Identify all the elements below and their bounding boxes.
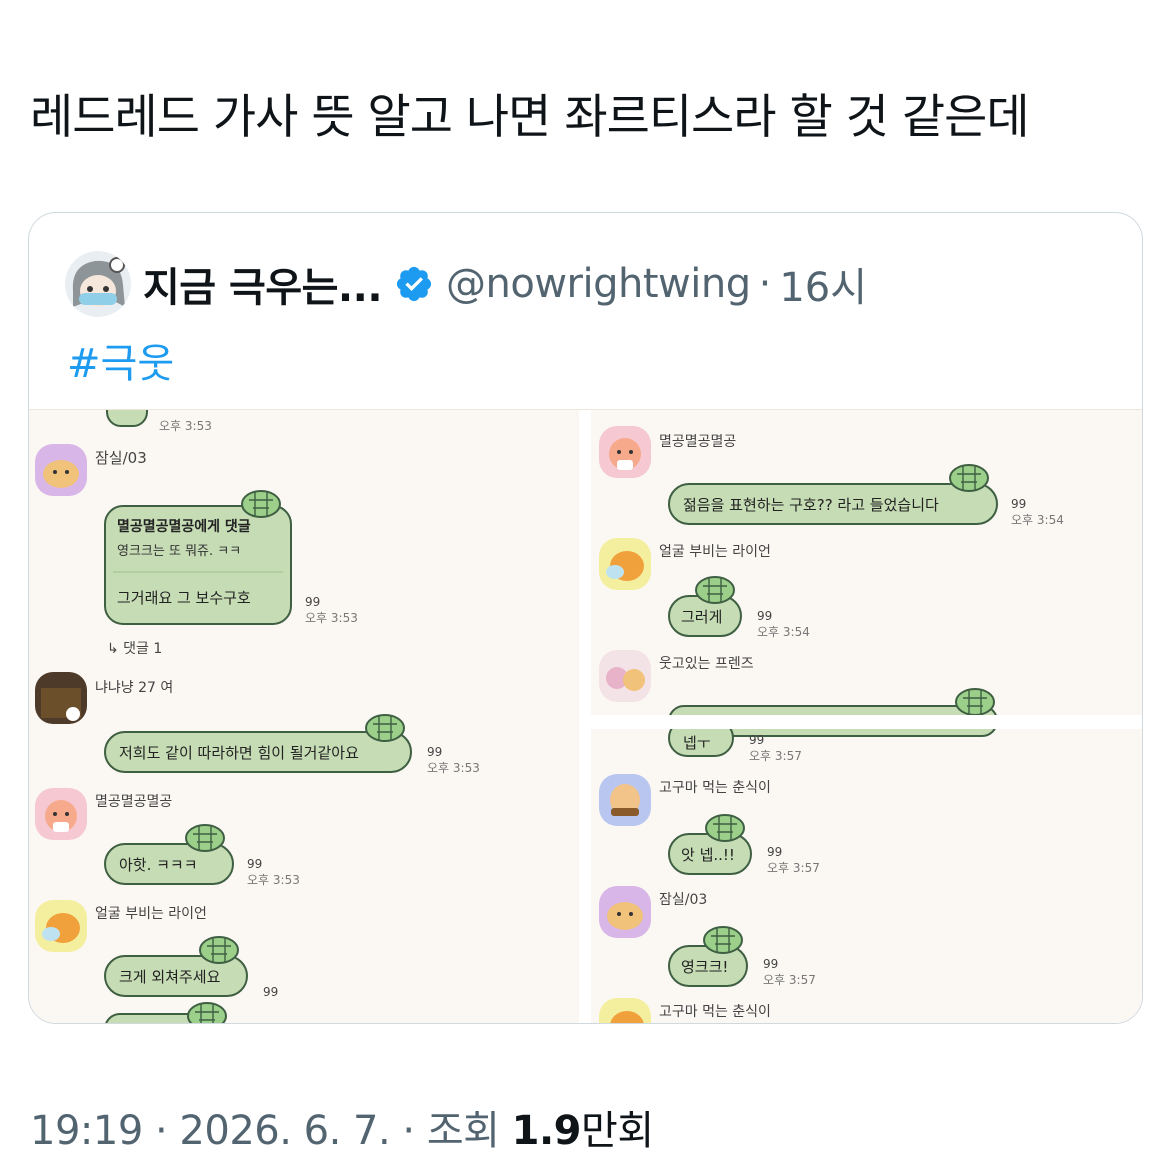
- chat-meta-text: 오후 3:54: [1011, 513, 1064, 527]
- chat-meta-text: 99: [749, 733, 764, 747]
- chat-meta-text: 오후 3:53: [427, 761, 480, 775]
- chat-username: 냐냐냥 27 여: [95, 680, 173, 696]
- attached-chat-screenshots[interactable]: 오후 3:53 잠실/03 멸공멸공멸공에게 댓글 영크크는 또 뭐쥬. ㅋㅋ …: [29, 409, 1142, 1023]
- chat-message: 넵ㅜ: [683, 734, 711, 752]
- chat-message: 저희도 같이 따라하면 힘이 될거같아요: [119, 744, 359, 762]
- chat-message: 영크크!: [681, 958, 728, 976]
- chat-message: 젊음을 표현하는 구호?? 라고 들었습니다: [683, 496, 939, 514]
- chat-meta-text: 99: [263, 985, 278, 999]
- chat-username: 잠실/03: [95, 449, 147, 467]
- chat-meta-text: 오후 3:57: [749, 749, 802, 763]
- tweet-meta: 19:19 · 2026. 6. 7. · 조회 1.9만회: [30, 1098, 654, 1156]
- chat-message: 그거래요 그 보수구호: [117, 589, 251, 607]
- view-count: 1.9: [511, 1108, 582, 1154]
- quoted-author-avatar[interactable]: [65, 251, 131, 317]
- chat-username: 잠실/03: [659, 892, 707, 908]
- panel-divider: [591, 715, 1142, 729]
- verified-badge-icon: [396, 266, 432, 302]
- quoted-author-handle[interactable]: @nowrightwing: [446, 261, 751, 307]
- chat-meta-text: 99: [763, 957, 778, 971]
- quoted-tweet-time[interactable]: 16시: [779, 255, 867, 313]
- chat-username: 고구마 먹는 춘식이: [659, 1004, 771, 1020]
- chat-meta-text: 오후 3:57: [763, 973, 816, 987]
- quoted-author-name[interactable]: 지금 극우는...: [143, 255, 383, 313]
- chat-panel-left: 오후 3:53 잠실/03 멸공멸공멸공에게 댓글 영크크는 또 뭐쥬. ㅋㅋ …: [35, 410, 480, 1023]
- chat-meta-text: 99: [767, 845, 782, 859]
- chat-message: 아핫. ㅋㅋㅋ: [119, 856, 198, 874]
- chat-username: 멸공멸공멸공: [659, 434, 736, 450]
- reply-count: ↳ 댓글 1: [107, 641, 162, 657]
- quoted-tweet-header: 지금 극우는... @nowrightwing · 16시: [65, 251, 867, 317]
- panel-divider: [579, 410, 591, 1023]
- chat-message: 앗 넵..!!: [681, 846, 735, 864]
- chat-message: 그러게: [681, 608, 722, 626]
- chat-panel-right-bottom: 넵ㅜ 99 오후 3:57 고구마 먹는 춘식이 앗 넵..!! 99 오후 3…: [599, 719, 820, 1023]
- chat-username: 고구마 먹는 춘식이: [659, 780, 771, 796]
- chat-meta-text: 오후 3:53: [305, 611, 358, 625]
- tweet-timestamp[interactable]: 19:19 · 2026. 6. 7. · 조회: [30, 1108, 500, 1154]
- chat-username: 웃고있는 프렌즈: [659, 656, 754, 672]
- chat-username: 얼굴 부비는 라이언: [659, 544, 771, 560]
- chat-meta-text: 99: [247, 857, 262, 871]
- quoted-tweet-card[interactable]: 지금 극우는... @nowrightwing · 16시 #극웃 오후 3:5…: [28, 212, 1143, 1024]
- hashtag-link[interactable]: #극웃: [67, 331, 174, 389]
- chat-username: 얼굴 부비는 라이언: [95, 906, 207, 922]
- chat-meta-text: 오후 3:53: [247, 873, 300, 887]
- header-separator: ·: [758, 261, 772, 307]
- chat-meta-text: 99: [1011, 497, 1026, 511]
- chat-meta-text: 99: [757, 609, 772, 623]
- chat-meta-text: 오후 3:57: [767, 861, 820, 875]
- reply-quote: 영크크는 또 뭐쥬. ㅋㅋ: [117, 544, 241, 559]
- tweet-text: 레드레드 가사 뜻 알고 나면 좌르티스라 할 것 같은데: [30, 90, 1030, 145]
- chat-panel-right-top: 멸공멸공멸공 젊음을 표현하는 구호?? 라고 들었습니다 99 오후 3:54…: [599, 426, 1064, 737]
- chat-meta-text: 99: [305, 595, 320, 609]
- chat-meta-text: 오후 3:54: [757, 625, 810, 639]
- view-unit: 만회: [581, 1108, 654, 1154]
- time-label: 오후 3:53: [159, 419, 212, 433]
- reply-target: 멸공멸공멸공에게 댓글: [117, 518, 251, 535]
- chat-meta-text: 99: [427, 745, 442, 759]
- chat-username: 멸공멸공멸공: [95, 794, 172, 810]
- chat-message: 크게 외쳐주세요: [119, 968, 221, 986]
